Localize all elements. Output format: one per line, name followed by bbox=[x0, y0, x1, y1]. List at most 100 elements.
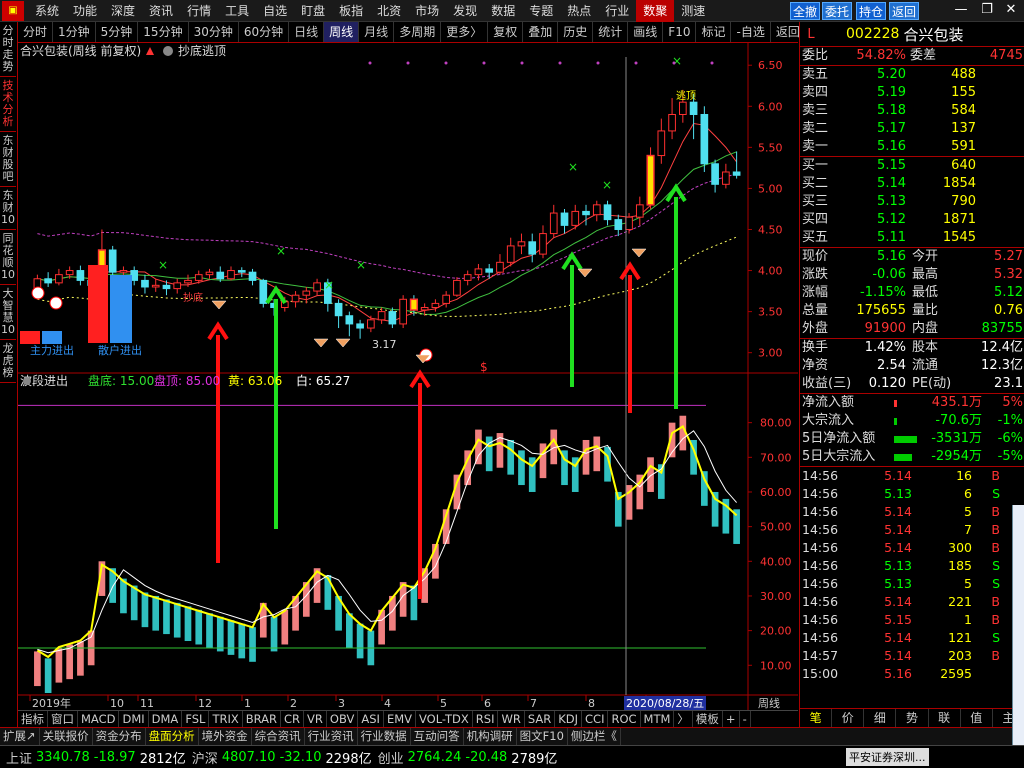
left-tab[interactable]: 大智慧10 bbox=[0, 285, 16, 340]
bottom-tab[interactable]: 综合资讯 bbox=[252, 728, 305, 745]
quote-footer-tab[interactable]: 笔 bbox=[800, 709, 833, 727]
side-popup[interactable] bbox=[1012, 505, 1024, 745]
ask-row[interactable]: 卖四 5.19 155 bbox=[800, 84, 1024, 102]
order-button[interactable]: 委托 bbox=[822, 2, 853, 20]
toolbar-item[interactable]: 叠加 bbox=[523, 22, 559, 42]
left-tab[interactable]: 技术分析 bbox=[0, 77, 16, 132]
indicator-tab[interactable]: SAR bbox=[525, 711, 556, 727]
tick-row[interactable]: 14:56 5.14 300 B bbox=[800, 539, 1024, 557]
indicator-tab[interactable]: RSI bbox=[473, 711, 499, 727]
toolbar-item[interactable]: 历史 bbox=[558, 22, 594, 42]
app-logo-icon[interactable]: ▣ bbox=[2, 0, 24, 21]
indicator-tab[interactable]: TRIX bbox=[209, 711, 243, 727]
bid-row[interactable]: 买四 5.12 1871 bbox=[800, 211, 1024, 229]
toolbar-item[interactable]: 1分钟 bbox=[53, 22, 96, 42]
menu-item[interactable]: 系统 bbox=[28, 0, 66, 22]
quote-footer-tab[interactable]: 价 bbox=[832, 709, 865, 727]
bottom-tab[interactable]: 侧边栏《 bbox=[568, 728, 621, 745]
left-tab[interactable]: 东财股吧 bbox=[0, 132, 16, 187]
tick-row[interactable]: 14:56 5.14 5 B bbox=[800, 503, 1024, 521]
bottom-tab[interactable]: 行业资讯 bbox=[305, 728, 358, 745]
toolbar-item[interactable]: 多周期 bbox=[394, 22, 442, 42]
indicator-tab[interactable]: VOL-TDX bbox=[416, 711, 473, 727]
toolbar-item[interactable]: 统计 bbox=[593, 22, 629, 42]
menu-item[interactable]: 板指 bbox=[332, 0, 370, 22]
ask-row[interactable]: 卖五 5.20 488 bbox=[800, 66, 1024, 84]
bottom-tab[interactable]: 互动问答 bbox=[411, 728, 464, 745]
bid-row[interactable]: 买三 5.13 790 bbox=[800, 193, 1024, 211]
close-icon[interactable]: ✕ bbox=[1000, 2, 1022, 17]
indicator-tab[interactable]: KDJ bbox=[555, 711, 583, 727]
position-button[interactable]: 持仓 bbox=[856, 2, 887, 20]
bottom-tab[interactable]: 盘面分析 bbox=[146, 728, 199, 745]
toolbar-item[interactable]: 5分钟 bbox=[96, 22, 139, 42]
stock-code[interactable]: 002228 bbox=[846, 26, 899, 42]
minimize-icon[interactable]: — bbox=[950, 2, 972, 17]
left-tab[interactable]: 东财10 bbox=[0, 187, 16, 230]
indicator-tab[interactable]: OBV bbox=[327, 711, 359, 727]
menu-item[interactable]: 数聚 bbox=[636, 0, 675, 22]
indicator-tab[interactable]: CCI bbox=[582, 711, 609, 727]
menu-item[interactable]: 市场 bbox=[408, 0, 446, 22]
bottom-tab[interactable]: 图文F10 bbox=[517, 728, 568, 745]
bottom-tab[interactable]: 境外资金 bbox=[199, 728, 252, 745]
menu-item[interactable]: 资讯 bbox=[142, 0, 180, 22]
toolbar-item[interactable]: 日线 bbox=[289, 22, 325, 42]
indicator-tab[interactable]: ASI bbox=[358, 711, 384, 727]
indicator-tab[interactable]: FSL bbox=[182, 711, 210, 727]
index-name[interactable]: 创业 bbox=[372, 748, 404, 767]
indicator-tab[interactable]: 窗口 bbox=[48, 711, 78, 727]
return-button[interactable]: 返回 bbox=[889, 2, 920, 20]
tick-row[interactable]: 14:56 5.13 5 S bbox=[800, 575, 1024, 593]
quote-footer-tab[interactable]: 细 bbox=[864, 709, 897, 727]
indicator-tab[interactable]: DMI bbox=[119, 711, 149, 727]
bottom-tab[interactable]: 行业数据 bbox=[358, 728, 411, 745]
indicator-tab[interactable]: ROC bbox=[608, 711, 641, 727]
bid-row[interactable]: 买一 5.15 640 bbox=[800, 157, 1024, 175]
menu-item[interactable]: 行情 bbox=[180, 0, 218, 22]
indicator-tab[interactable]: EMV bbox=[384, 711, 416, 727]
tick-row[interactable]: 14:56 5.14 121 S bbox=[800, 629, 1024, 647]
bottom-tab[interactable]: 关联报价 bbox=[40, 728, 93, 745]
indicator-tab[interactable]: + bbox=[723, 711, 740, 727]
broker-label[interactable]: 平安证券深圳... bbox=[846, 748, 929, 766]
toolbar-item[interactable]: 周线 bbox=[324, 22, 360, 42]
bottom-tab[interactable]: 资金分布 bbox=[93, 728, 146, 745]
index-name[interactable]: 上证 bbox=[0, 748, 32, 767]
indicator-tab[interactable]: MACD bbox=[78, 711, 120, 727]
tick-row[interactable]: 15:00 5.16 2595 bbox=[800, 665, 1024, 683]
indicator-tab[interactable]: 模板 bbox=[693, 711, 723, 727]
restore-icon[interactable]: ❐ bbox=[976, 2, 998, 17]
toolbar-item[interactable]: 复权 bbox=[488, 22, 524, 42]
left-tab[interactable]: 同花顺10 bbox=[0, 230, 16, 285]
tick-list[interactable]: 14:56 5.14 16 B 14:56 5.13 6 S 14:56 5.14 5 B 14:56 5… bbox=[800, 467, 1024, 683]
indicator-tab[interactable]: DMA bbox=[149, 711, 183, 727]
ask-row[interactable]: 卖三 5.18 584 bbox=[800, 102, 1024, 120]
indicator-tab[interactable]: 〉 bbox=[674, 711, 693, 727]
quote-footer-tab[interactable]: 势 bbox=[896, 709, 929, 727]
toolbar-item[interactable]: -自选 bbox=[731, 22, 771, 42]
menu-item[interactable]: 深度 bbox=[104, 0, 142, 22]
toolbar-item[interactable]: 60分钟 bbox=[239, 22, 290, 42]
bottom-tab[interactable]: 机构调研 bbox=[464, 728, 517, 745]
toolbar-item[interactable]: 15分钟 bbox=[138, 22, 189, 42]
tick-row[interactable]: 14:56 5.14 7 B bbox=[800, 521, 1024, 539]
index-name[interactable]: 沪深 bbox=[186, 748, 218, 767]
menu-item[interactable]: 工具 bbox=[218, 0, 256, 22]
indicator-tab[interactable]: BRAR bbox=[243, 711, 282, 727]
toolbar-item[interactable]: 标记 bbox=[696, 22, 732, 42]
tick-row[interactable]: 14:56 5.13 6 S bbox=[800, 485, 1024, 503]
left-tab[interactable]: 分时走势 bbox=[0, 22, 16, 77]
tick-row[interactable]: 14:56 5.14 221 B bbox=[800, 593, 1024, 611]
indicator-tab[interactable]: WR bbox=[498, 711, 525, 727]
menu-item[interactable]: 发现 bbox=[446, 0, 484, 22]
toolbar-item[interactable]: F10 bbox=[663, 22, 697, 42]
bottom-tab[interactable]: 扩展↗ bbox=[0, 728, 40, 745]
ask-row[interactable]: 卖二 5.17 137 bbox=[800, 120, 1024, 138]
menu-item[interactable]: 热点 bbox=[560, 0, 598, 22]
ask-row[interactable]: 卖一 5.16 591 bbox=[800, 138, 1024, 156]
indicator-tab[interactable]: CR bbox=[281, 711, 305, 727]
indicator-tab[interactable]: - bbox=[740, 711, 751, 727]
kline-chart[interactable]: 6.50 6.00 5.50 5.00 4.50 4.00 3.50 3.00 80.00 70.… bbox=[18, 43, 798, 710]
toolbar-item[interactable]: 更多〉 bbox=[441, 22, 489, 42]
